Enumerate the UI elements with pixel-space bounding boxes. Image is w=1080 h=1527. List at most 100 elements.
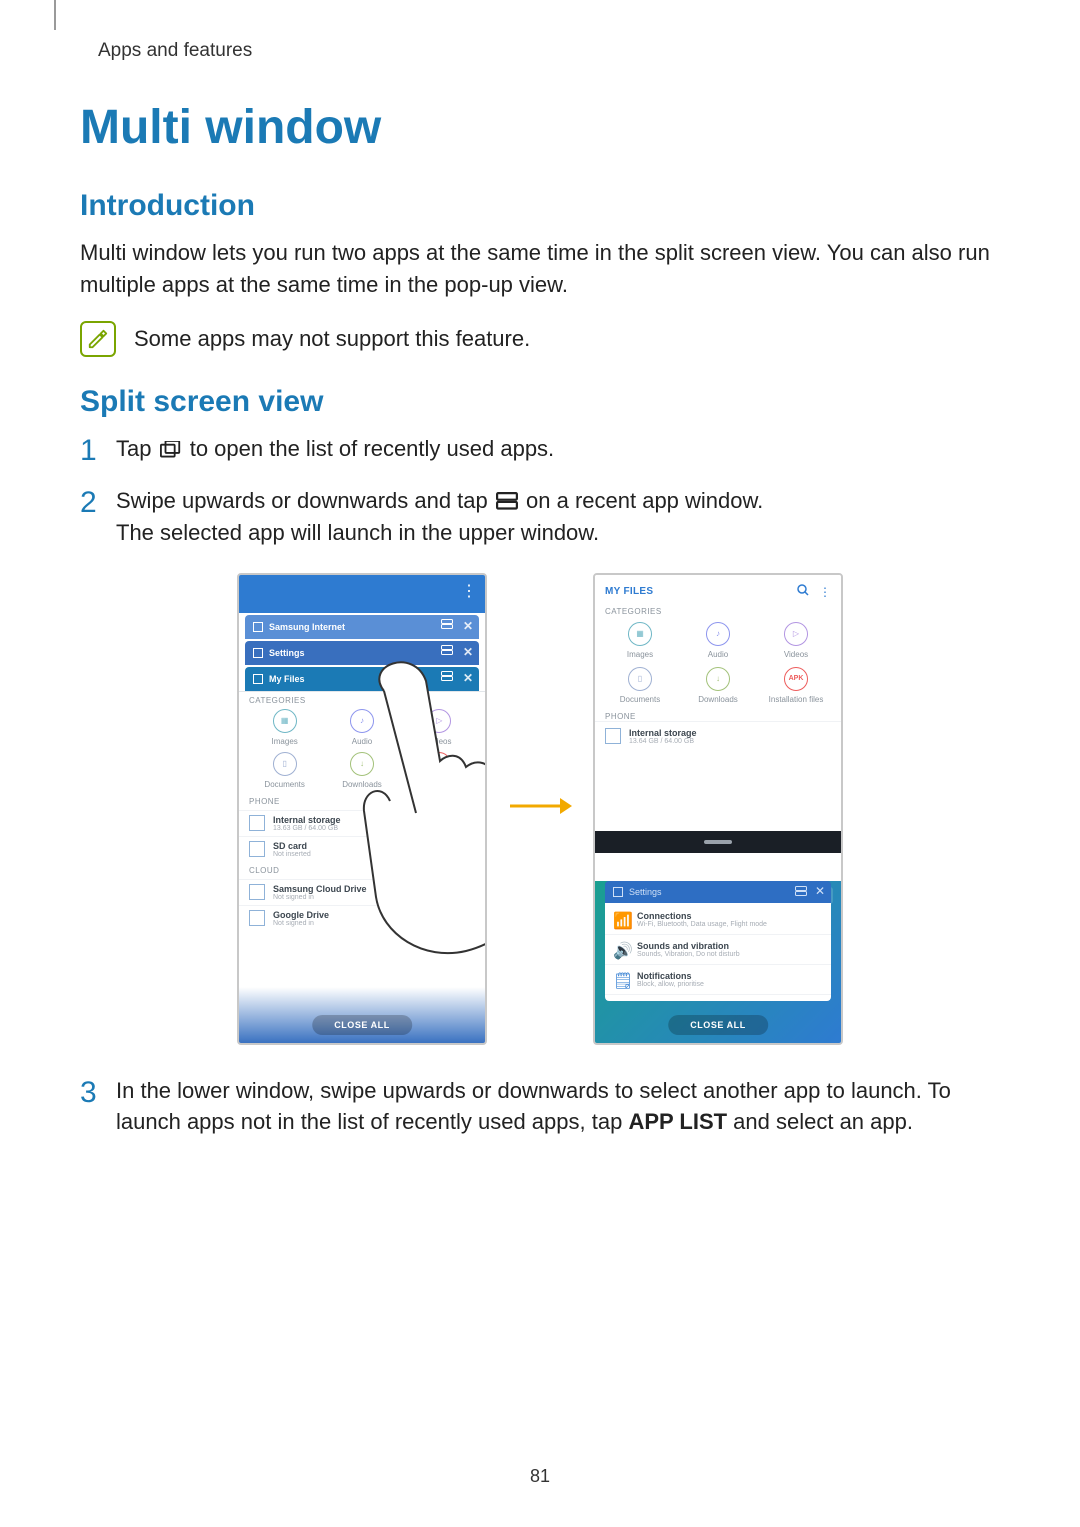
step2-text-a: Swipe upwards or downwards and tap [116,488,494,513]
tile-label: Downloads [698,695,738,704]
phone-after: MY FILES ⋮ CATEGORIES ▦Images ♪Audio ▷Vi… [593,573,843,1045]
storage-icon [249,815,265,831]
close-icon[interactable]: ✕ [463,619,473,633]
tile-downloads[interactable]: ↓Downloads [683,667,753,704]
split-view-icon[interactable] [441,671,453,681]
file-panel: CATEGORIES ▦Images ♪Audio ▷Videos ▯Docum… [239,691,485,931]
section-label: CATEGORIES [595,605,841,616]
section-label: CLOUD [249,866,475,875]
section-label: PHONE [595,710,841,721]
tile-label: Documents [264,780,304,789]
intro-paragraph: Multi window lets you run two apps at th… [80,237,1000,301]
step-number: 3 [80,1075,102,1111]
tile-documents[interactable]: ▯Documents [249,752,320,789]
step1-text-b: to open the list of recently used apps. [190,436,554,461]
tile-label: Audio [708,650,728,659]
tile-label: Installation files [769,695,824,704]
tile-label: Images [627,650,653,659]
tile-label: Documents [620,695,660,704]
step-3: 3 In the lower window, swipe upwards or … [80,1075,1000,1139]
tile-videos[interactable]: ▷Videos [761,622,831,659]
breadcrumb: Apps and features [98,40,1000,62]
split-view-icon[interactable] [441,645,453,655]
storage-icon [605,728,621,744]
row-gdrive[interactable]: Google DriveNot signed in [239,905,485,931]
tile-label: Videos [427,737,451,746]
row-sd-card[interactable]: SD cardNot inserted [239,836,485,862]
tile-audio[interactable]: ♪Audio [683,622,753,659]
cloud-icon [249,884,265,900]
app-icon [253,622,263,632]
tile-images[interactable]: ▦Images [605,622,675,659]
row-samsung-cloud[interactable]: Samsung Cloud DriveNot signed in [239,879,485,905]
step3-text-c: and select an app. [727,1109,913,1134]
tile-label: Installation files [412,780,467,789]
split-divider-handle[interactable] [595,831,841,853]
arrow-right-icon [505,794,575,823]
card-label: Settings [629,887,662,897]
tile-label: Videos [784,650,808,659]
page-title: Multi window [80,100,1000,155]
tile-downloads[interactable]: ↓Downloads [326,752,397,789]
step-2: 2 Swipe upwards or downwards and tap on … [80,485,1000,549]
row-internal-storage[interactable]: Internal storage13.63 GB / 64.00 GB [239,810,485,836]
step1-text-a: Tap [116,436,158,461]
tile-apk[interactable]: APKInstallation files [761,667,831,704]
settings-notifications[interactable]: 🗒 NotificationsBlock, allow, prioritise [605,965,831,995]
tile-images[interactable]: ▦Images [249,709,320,746]
close-icon[interactable]: ✕ [463,671,473,685]
app-icon [253,674,263,684]
settings-sounds[interactable]: 🔊 Sounds and vibrationSounds, Vibration,… [605,935,831,965]
step-number: 1 [80,433,102,469]
tile-apk[interactable]: APKInstallation files [404,752,475,789]
section-split-screen: Split screen view [80,385,1000,419]
note-callout: Some apps may not support this feature. [80,321,1000,357]
card-label: My Files [269,674,305,684]
tile-videos[interactable]: ▷Videos [404,709,475,746]
step2-text-b: on a recent app window. [526,488,763,513]
upper-app-title: MY FILES [605,586,653,597]
step-number: 2 [80,485,102,521]
phone-before: ⋮ Samsung Internet ✕ Settings ✕ [237,573,487,1045]
section-introduction: Introduction [80,189,1000,223]
recent-card[interactable]: My Files ✕ [245,667,479,691]
step3-app-list: APP LIST [628,1109,727,1134]
more-menu-icon[interactable]: ⋮ [461,581,477,601]
draw-note-icon [80,321,116,357]
step-1: 1 Tap to open the list of recently used … [80,433,1000,469]
search-icon[interactable] [797,583,809,601]
wifi-icon: 📶 [613,911,629,927]
close-all-button[interactable]: CLOSE ALL [668,1015,768,1035]
tile-label: Audio [352,737,372,746]
tile-audio[interactable]: ♪Audio [326,709,397,746]
tile-label: Downloads [342,780,382,789]
notifications-icon: 🗒 [613,971,629,987]
split-view-icon[interactable] [441,619,453,629]
split-view-icon[interactable] [795,886,807,898]
split-view-icon [496,487,518,505]
close-icon[interactable]: ✕ [463,645,473,659]
page-number: 81 [530,1466,550,1487]
figure-row: ⋮ Samsung Internet ✕ Settings ✕ [80,573,1000,1045]
app-icon [253,648,263,658]
gdrive-icon [249,910,265,926]
section-label: PHONE [249,797,475,806]
tile-documents[interactable]: ▯Documents [605,667,675,704]
step2-text-c: The selected app will launch in the uppe… [116,520,599,545]
recents-button-icon [160,435,182,453]
recent-card[interactable]: Settings ✕ 📶 ConnectionsWi-Fi, Bluetooth… [605,881,831,1001]
recent-card[interactable]: Samsung Internet ✕ [245,615,479,639]
close-all-button[interactable]: CLOSE ALL [312,1015,412,1035]
card-label: Samsung Internet [269,622,345,632]
note-text: Some apps may not support this feature. [134,321,530,357]
tile-label: Images [272,737,298,746]
row-internal-storage[interactable]: Internal storage13.64 GB / 64.00 GB [595,721,841,751]
more-menu-icon[interactable]: ⋮ [819,585,831,599]
recent-card[interactable]: Settings ✕ [245,641,479,665]
settings-connections[interactable]: 📶 ConnectionsWi-Fi, Bluetooth, Data usag… [605,905,831,935]
card-label: Settings [269,648,305,658]
close-icon[interactable]: ✕ [815,884,825,898]
app-icon [613,887,623,897]
sd-icon [249,841,265,857]
sound-icon: 🔊 [613,941,629,957]
